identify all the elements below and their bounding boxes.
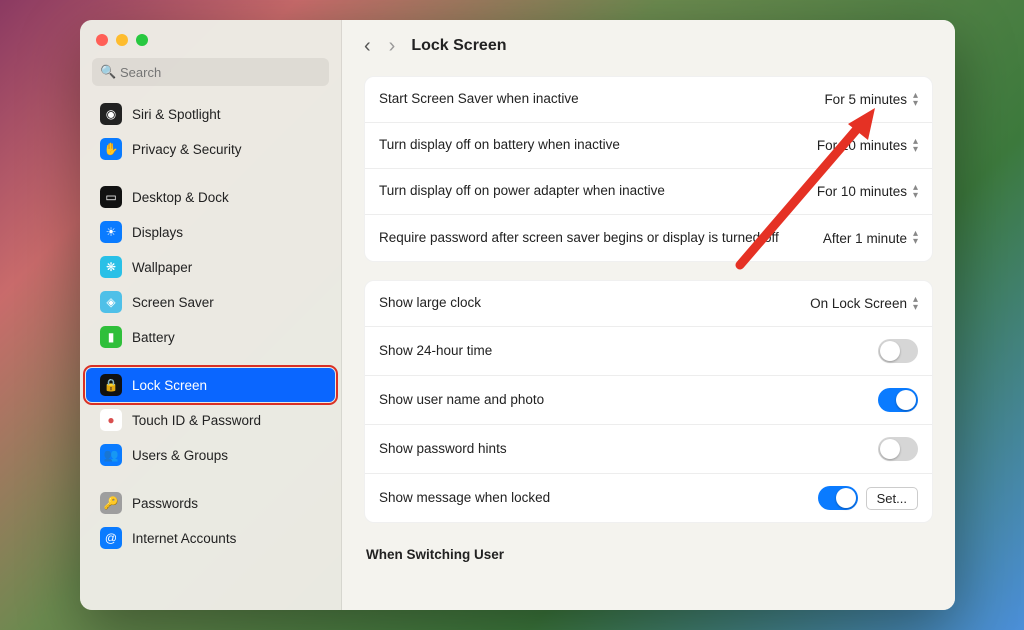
username-photo-toggle[interactable] [878, 388, 918, 412]
row-label: Turn display off on power adapter when i… [379, 182, 665, 200]
sidebar-item-label: Internet Accounts [132, 531, 236, 546]
forward-button[interactable]: › [387, 35, 398, 58]
sidebar-item-label: Lock Screen [132, 378, 207, 393]
row-label: Show message when locked [379, 489, 550, 507]
sidebar-icon: ▮ [100, 326, 122, 348]
sidebar-item-label: Screen Saver [132, 295, 214, 310]
sidebar-item-displays[interactable]: ☀ Displays [86, 215, 335, 249]
sidebar-item-wallpaper[interactable]: ❋ Wallpaper [86, 250, 335, 284]
password-hints-toggle[interactable] [878, 437, 918, 461]
timing-row: Turn display off on battery when inactiv… [365, 123, 932, 169]
back-button[interactable]: ‹ [362, 35, 373, 58]
minimize-icon[interactable] [116, 34, 128, 46]
sidebar-item-label: Displays [132, 225, 183, 240]
sidebar-item-label: Users & Groups [132, 448, 228, 463]
timing-row: Start Screen Saver when inactive For 5 mi… [365, 77, 932, 123]
sidebar-item-lock-screen[interactable]: 🔒 Lock Screen [86, 368, 335, 402]
sidebar-item-label: Battery [132, 330, 175, 345]
titlebar: ‹ › Lock Screen [342, 20, 955, 72]
24h-toggle[interactable] [878, 339, 918, 363]
sidebar-icon: ▭ [100, 186, 122, 208]
sidebar-icon: ◈ [100, 291, 122, 313]
sidebar-icon: ☀ [100, 221, 122, 243]
sidebar-icon: ◉ [100, 103, 122, 125]
sidebar-item-desktop-dock[interactable]: ▭ Desktop & Dock [86, 180, 335, 214]
sidebar-item-label: Wallpaper [132, 260, 192, 275]
row-label: Show 24-hour time [379, 342, 492, 360]
sidebar-item-screen-saver[interactable]: ◈ Screen Saver [86, 285, 335, 319]
sidebar-icon: 🔒 [100, 374, 122, 396]
sidebar-item-internet-accounts[interactable]: @ Internet Accounts [86, 521, 335, 555]
row-label: Show password hints [379, 440, 507, 458]
display-settings-group: Show large clock On Lock Screen ▴▾ Show … [364, 280, 933, 523]
close-icon[interactable] [96, 34, 108, 46]
row-label: Require password after screen saver begi… [379, 229, 779, 247]
sidebar-item-siri-spotlight[interactable]: ◉ Siri & Spotlight [86, 97, 335, 131]
sidebar-item-touch-id-password[interactable]: ● Touch ID & Password [86, 403, 335, 437]
window-controls [80, 20, 341, 58]
sidebar-item-label: Touch ID & Password [132, 413, 261, 428]
row-label: Show user name and photo [379, 391, 544, 409]
maximize-icon[interactable] [136, 34, 148, 46]
show-message-toggle[interactable] [818, 486, 858, 510]
chevron-updown-icon: ▴▾ [913, 138, 918, 154]
timing-select[interactable]: After 1 minute▴▾ [823, 230, 918, 246]
search-input[interactable] [92, 58, 329, 86]
chevron-updown-icon: ▴▾ [913, 230, 918, 246]
timing-select[interactable]: For 10 minutes▴▾ [817, 138, 918, 154]
set-message-button[interactable]: Set... [866, 487, 918, 510]
timing-row: Require password after screen saver begi… [365, 215, 932, 261]
sidebar-item-label: Privacy & Security [132, 142, 242, 157]
main-panel: ‹ › Lock Screen Start Screen Saver when … [342, 20, 955, 610]
row-label: Start Screen Saver when inactive [379, 90, 579, 108]
chevron-updown-icon: ▴▾ [913, 92, 918, 108]
timing-settings-group: Start Screen Saver when inactive For 5 mi… [364, 76, 933, 262]
sidebar-icon: 🔑 [100, 492, 122, 514]
system-settings-window: 🔍 ◉Siri & Spotlight✋Privacy & Security▭D… [80, 20, 955, 610]
timing-select[interactable]: For 10 minutes▴▾ [817, 184, 918, 200]
sidebar-nav: ◉ Siri & Spotlight ✋ Privacy & Security ▭ Des… [80, 96, 341, 610]
sidebar-icon: ✋ [100, 138, 122, 160]
sidebar-icon: 👥 [100, 444, 122, 466]
switching-user-header: When Switching User [364, 541, 933, 562]
chevron-updown-icon: ▴▾ [913, 184, 918, 200]
sidebar-icon: ● [100, 409, 122, 431]
timing-row: Turn display off on power adapter when i… [365, 169, 932, 215]
row-label: Turn display off on battery when inactiv… [379, 136, 620, 154]
sidebar-item-privacy-security[interactable]: ✋ Privacy & Security [86, 132, 335, 166]
sidebar-item-label: Passwords [132, 496, 198, 511]
sidebar-item-label: Siri & Spotlight [132, 107, 221, 122]
sidebar-icon: ❋ [100, 256, 122, 278]
timing-select[interactable]: For 5 minutes▴▾ [824, 92, 918, 108]
chevron-updown-icon: ▴▾ [913, 296, 918, 312]
sidebar: 🔍 ◉Siri & Spotlight✋Privacy & Security▭D… [80, 20, 342, 610]
sidebar-item-users-groups[interactable]: 👥 Users & Groups [86, 438, 335, 472]
content-scroll[interactable]: Start Screen Saver when inactive For 5 mi… [342, 72, 955, 610]
sidebar-item-passwords[interactable]: 🔑 Passwords [86, 486, 335, 520]
sidebar-item-label: Desktop & Dock [132, 190, 229, 205]
page-title: Lock Screen [411, 37, 506, 55]
row-label: Show large clock [379, 294, 481, 312]
large-clock-select[interactable]: On Lock Screen ▴▾ [810, 296, 918, 312]
sidebar-item-battery[interactable]: ▮ Battery [86, 320, 335, 354]
sidebar-icon: @ [100, 527, 122, 549]
